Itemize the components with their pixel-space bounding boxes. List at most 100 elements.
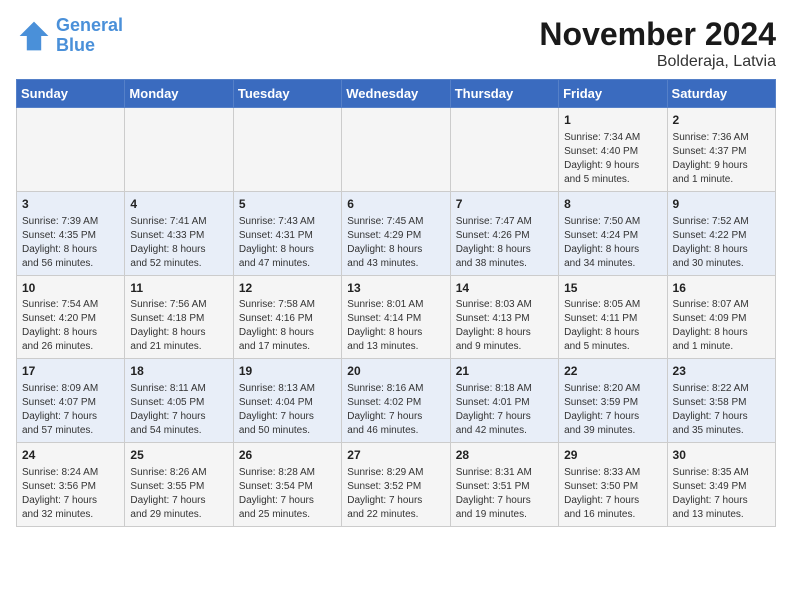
day-info-line: Sunrise: 8:33 AM (564, 466, 661, 480)
day-number: 17 (22, 363, 119, 380)
day-number: 15 (564, 280, 661, 297)
day-number: 24 (22, 447, 119, 464)
day-info-line: Daylight: 8 hours (239, 326, 336, 340)
weekday-header-row: SundayMondayTuesdayWednesdayThursdayFrid… (17, 80, 776, 108)
day-number: 12 (239, 280, 336, 297)
day-info-line: Sunrise: 7:47 AM (456, 215, 553, 229)
day-number: 27 (347, 447, 444, 464)
day-info-line: Sunrise: 7:36 AM (673, 131, 770, 145)
day-info-line: Sunrise: 8:24 AM (22, 466, 119, 480)
day-info-line: Daylight: 7 hours (130, 410, 227, 424)
day-info-line: Sunrise: 8:16 AM (347, 382, 444, 396)
day-info-line: Sunrise: 8:28 AM (239, 466, 336, 480)
day-info-line: Sunset: 4:11 PM (564, 312, 661, 326)
day-info-line: Sunset: 3:51 PM (456, 480, 553, 494)
day-number: 26 (239, 447, 336, 464)
day-info-line: Sunrise: 7:41 AM (130, 215, 227, 229)
day-info-line: Daylight: 8 hours (239, 243, 336, 257)
weekday-header-cell: Friday (559, 80, 667, 108)
calendar-cell: 1Sunrise: 7:34 AMSunset: 4:40 PMDaylight… (559, 108, 667, 192)
day-info-line: Daylight: 7 hours (347, 410, 444, 424)
day-info-line: and 42 minutes. (456, 424, 553, 438)
calendar-cell: 17Sunrise: 8:09 AMSunset: 4:07 PMDayligh… (17, 359, 125, 443)
day-number: 4 (130, 196, 227, 213)
day-number: 28 (456, 447, 553, 464)
weekday-header-cell: Saturday (667, 80, 775, 108)
day-info-line: Daylight: 8 hours (22, 326, 119, 340)
day-number: 21 (456, 363, 553, 380)
day-info-line: Daylight: 7 hours (239, 410, 336, 424)
calendar-cell: 25Sunrise: 8:26 AMSunset: 3:55 PMDayligh… (125, 443, 233, 527)
day-info-line: and 34 minutes. (564, 257, 661, 271)
day-info-line: Sunset: 4:01 PM (456, 396, 553, 410)
day-number: 1 (564, 112, 661, 129)
day-info-line: Sunset: 4:18 PM (130, 312, 227, 326)
day-info-line: Sunset: 4:02 PM (347, 396, 444, 410)
logo: General Blue (16, 16, 123, 56)
calendar-cell (17, 108, 125, 192)
day-info-line: Sunset: 4:16 PM (239, 312, 336, 326)
day-info-line: Sunset: 4:05 PM (130, 396, 227, 410)
day-info-line: and 21 minutes. (130, 340, 227, 354)
day-info-line: Sunset: 4:33 PM (130, 229, 227, 243)
day-info-line: and 50 minutes. (239, 424, 336, 438)
day-info-line: and 57 minutes. (22, 424, 119, 438)
calendar-cell: 28Sunrise: 8:31 AMSunset: 3:51 PMDayligh… (450, 443, 558, 527)
day-info-line: Daylight: 8 hours (347, 243, 444, 257)
day-info-line: and 56 minutes. (22, 257, 119, 271)
day-info-line: Sunrise: 8:13 AM (239, 382, 336, 396)
day-number: 18 (130, 363, 227, 380)
day-info-line: Sunrise: 8:22 AM (673, 382, 770, 396)
weekday-header-cell: Monday (125, 80, 233, 108)
calendar-cell: 12Sunrise: 7:58 AMSunset: 4:16 PMDayligh… (233, 275, 341, 359)
day-number: 8 (564, 196, 661, 213)
day-number: 20 (347, 363, 444, 380)
day-info-line: Daylight: 8 hours (673, 326, 770, 340)
day-info-line: Sunrise: 8:35 AM (673, 466, 770, 480)
month-title: November 2024 (539, 16, 776, 53)
day-info-line: Sunrise: 7:43 AM (239, 215, 336, 229)
calendar-cell: 7Sunrise: 7:47 AMSunset: 4:26 PMDaylight… (450, 191, 558, 275)
calendar-body: 1Sunrise: 7:34 AMSunset: 4:40 PMDaylight… (17, 108, 776, 527)
day-info-line: Sunrise: 7:52 AM (673, 215, 770, 229)
day-info-line: Sunset: 4:13 PM (456, 312, 553, 326)
day-info-line: and 17 minutes. (239, 340, 336, 354)
day-number: 2 (673, 112, 770, 129)
day-info-line: Sunrise: 8:29 AM (347, 466, 444, 480)
calendar-cell: 9Sunrise: 7:52 AMSunset: 4:22 PMDaylight… (667, 191, 775, 275)
day-info-line: Daylight: 8 hours (456, 243, 553, 257)
day-info-line: Daylight: 8 hours (456, 326, 553, 340)
calendar-cell: 6Sunrise: 7:45 AMSunset: 4:29 PMDaylight… (342, 191, 450, 275)
calendar-cell: 27Sunrise: 8:29 AMSunset: 3:52 PMDayligh… (342, 443, 450, 527)
calendar-cell (342, 108, 450, 192)
day-info-line: and 13 minutes. (673, 508, 770, 522)
day-info-line: and 19 minutes. (456, 508, 553, 522)
day-info-line: Daylight: 7 hours (22, 494, 119, 508)
title-block: November 2024 Bolderaja, Latvia (539, 16, 776, 71)
calendar-week-row: 24Sunrise: 8:24 AMSunset: 3:56 PMDayligh… (17, 443, 776, 527)
calendar-cell (125, 108, 233, 192)
day-info-line: Sunset: 4:40 PM (564, 145, 661, 159)
day-info-line: and 47 minutes. (239, 257, 336, 271)
day-info-line: Sunset: 3:50 PM (564, 480, 661, 494)
day-info-line: Sunset: 3:49 PM (673, 480, 770, 494)
day-info-line: Daylight: 8 hours (347, 326, 444, 340)
day-info-line: Sunrise: 8:20 AM (564, 382, 661, 396)
day-info-line: and 5 minutes. (564, 173, 661, 187)
weekday-header-cell: Tuesday (233, 80, 341, 108)
day-number: 14 (456, 280, 553, 297)
day-info-line: and 39 minutes. (564, 424, 661, 438)
day-number: 22 (564, 363, 661, 380)
day-info-line: Sunrise: 8:07 AM (673, 298, 770, 312)
day-info-line: Sunrise: 8:09 AM (22, 382, 119, 396)
calendar-cell: 2Sunrise: 7:36 AMSunset: 4:37 PMDaylight… (667, 108, 775, 192)
calendar-cell: 15Sunrise: 8:05 AMSunset: 4:11 PMDayligh… (559, 275, 667, 359)
day-info-line: Daylight: 9 hours (564, 159, 661, 173)
day-info-line: Sunset: 4:22 PM (673, 229, 770, 243)
day-info-line: Sunrise: 8:26 AM (130, 466, 227, 480)
calendar-week-row: 1Sunrise: 7:34 AMSunset: 4:40 PMDaylight… (17, 108, 776, 192)
weekday-header-cell: Thursday (450, 80, 558, 108)
calendar-cell: 24Sunrise: 8:24 AMSunset: 3:56 PMDayligh… (17, 443, 125, 527)
calendar-cell: 20 Sunrise: 8:16 AMSunset: 4:02 PMDayligh… (342, 359, 450, 443)
calendar-cell: 19Sunrise: 8:13 AMSunset: 4:04 PMDayligh… (233, 359, 341, 443)
